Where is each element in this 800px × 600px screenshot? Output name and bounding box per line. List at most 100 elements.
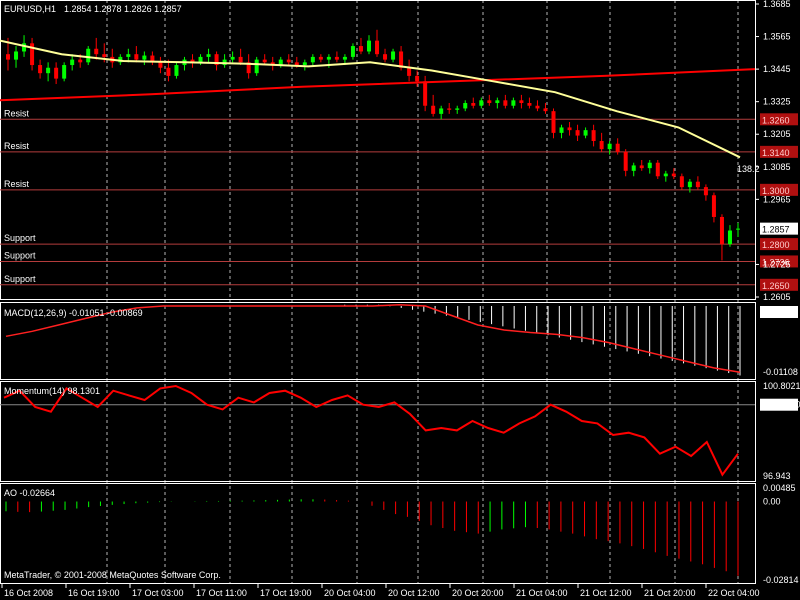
time-axis: 16 Oct 2008 16 Oct 19:00 17 Oct 03:00 17 Oc… [1, 584, 760, 598]
ao-tick-label: 0.00485 [763, 483, 796, 493]
momentum-tick-label: 100.8021 [763, 381, 800, 391]
candle-body [551, 111, 556, 133]
ao-pane [5, 499, 739, 576]
candle-body [142, 55, 147, 60]
candle-body [383, 54, 388, 60]
level-price-label: 1.3260 [762, 115, 790, 125]
candle-body [607, 143, 612, 150]
candle-body [736, 228, 740, 230]
level-name: Support [4, 274, 36, 284]
candle-body [487, 100, 492, 104]
candle-body [334, 56, 339, 60]
candle-body [431, 105, 436, 114]
candle-body [54, 67, 59, 79]
candle-body [439, 108, 444, 114]
candle-body [94, 48, 99, 55]
candle-body [238, 56, 243, 63]
price-tick-label: 1.3205 [763, 129, 791, 139]
candle-body [623, 151, 628, 171]
level-name: Resist [4, 141, 30, 151]
trading-chart[interactable]: ResistResistResistSupportSupportSupport … [0, 0, 800, 600]
candle-body [134, 54, 139, 60]
level-name: Support [4, 250, 36, 260]
candle-series [6, 29, 740, 261]
momentum-pane-border [0, 381, 756, 482]
candle-body [655, 162, 660, 177]
ma-slow-line [0, 68, 756, 102]
ohlc-readout: 1.2854 1.2878 1.2826 1.2857 [64, 4, 182, 14]
price-tick-label: 1.3565 [763, 32, 791, 42]
level-price-label: 1.2800 [762, 240, 790, 250]
candle-body [6, 54, 10, 60]
time-tick-label: 20 Oct 04:00 [324, 588, 376, 598]
candle-body [519, 100, 524, 104]
candle-body [711, 195, 716, 217]
macd-tick-label: -0.01108 [763, 367, 798, 377]
candle-body [254, 59, 259, 74]
candle-body [14, 51, 19, 60]
candle-body [495, 100, 500, 104]
momentum-line [3, 384, 739, 477]
candle-body [62, 65, 67, 79]
candle-body [479, 100, 484, 106]
price-tick-label: 1.3445 [763, 64, 791, 74]
candle-body [78, 59, 83, 63]
candle-body [471, 103, 476, 106]
level-name: Resist [4, 179, 30, 189]
time-tick-label: 21 Oct 04:00 [516, 588, 568, 598]
time-tick-label: 21 Oct 20:00 [644, 588, 696, 598]
price-axes: 1.32601.31401.30001.28001.27361.26501.28… [755, 0, 800, 585]
time-tick-label: 22 Oct 04:00 [708, 588, 760, 598]
candle-body [198, 56, 203, 63]
candle-body [126, 54, 131, 57]
candle-body [567, 127, 572, 131]
candle-body [86, 48, 91, 63]
price-tick-label: 1.2725 [763, 259, 791, 269]
candle-body [318, 56, 323, 60]
level-price-label: 1.2650 [762, 281, 790, 291]
candle-body [342, 56, 347, 60]
candle-body [391, 51, 396, 60]
candle-body [647, 162, 652, 169]
candle-body [366, 40, 371, 52]
momentum-tick-label: 96.943 [763, 471, 791, 481]
momentum-pane [0, 384, 755, 477]
time-tick-label: 21 Oct 12:00 [580, 588, 632, 598]
current-price-label: 1.2857 [762, 225, 790, 235]
price-tick-label: 1.3685 [763, 0, 791, 9]
ao-tick-label: 0.00 [763, 497, 781, 507]
ao-tick-label: -0.02814 [763, 575, 799, 585]
ao-label: AO -0.02664 [4, 488, 55, 498]
candle-body [527, 103, 532, 106]
candle-body [695, 181, 700, 188]
candle-body [543, 108, 548, 112]
price-tick-label: 1.3325 [763, 97, 791, 107]
candle-body [583, 130, 588, 136]
candle-body [463, 103, 468, 109]
candle-body [22, 43, 27, 52]
time-tick-label: 17 Oct 11:00 [196, 588, 247, 598]
time-tick-label: 16 Oct 19:00 [68, 588, 120, 598]
macd-label: MACD(12,26,9) -0.01051 -0.00869 [4, 308, 143, 318]
candle-body [262, 59, 267, 63]
pane-borders [0, 0, 756, 584]
candle-body [663, 173, 668, 177]
candle-body [591, 130, 596, 142]
macd-tick-label: 0.0000 [763, 307, 791, 317]
candle-body [310, 56, 315, 63]
level-price-label: 1.3140 [762, 148, 790, 158]
fib-marker: 138.2 [737, 164, 760, 174]
time-grid [106, 0, 739, 584]
candle-body [302, 62, 307, 66]
candle-body [415, 75, 420, 82]
candle-body [511, 100, 516, 106]
candle-body [679, 176, 684, 188]
candle-body [599, 141, 604, 150]
momentum-tick-label: 100.0000 [763, 400, 800, 410]
time-tick-label: 20 Oct 12:00 [388, 588, 440, 598]
candle-body [447, 108, 452, 110]
time-tick-label: 20 Oct 20:00 [452, 588, 504, 598]
candle-body [615, 143, 620, 152]
momentum-label: Momentum(14) 98.1301 [4, 386, 100, 396]
candle-body [46, 67, 51, 74]
